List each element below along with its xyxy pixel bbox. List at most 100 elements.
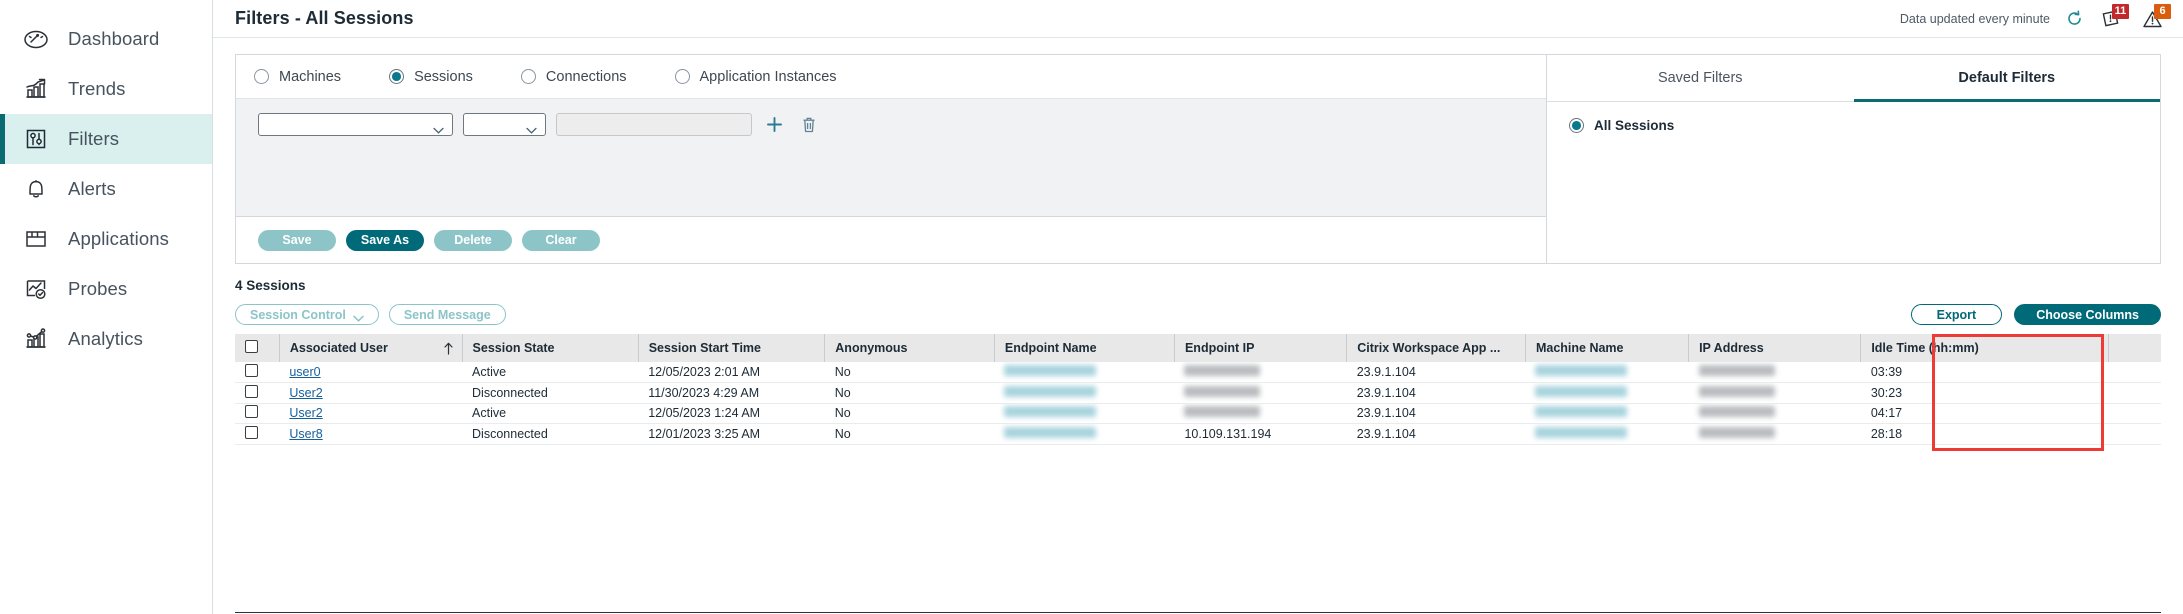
row-checkbox[interactable]	[245, 405, 258, 418]
delete-button[interactable]: Delete	[434, 230, 512, 251]
tab-default-filters[interactable]: Default Filters	[1854, 55, 2161, 101]
choose-columns-button[interactable]: Choose Columns	[2014, 304, 2161, 325]
user-link[interactable]: User8	[289, 427, 322, 441]
criteria-value-input[interactable]	[556, 113, 752, 136]
cell-ip-address	[1689, 403, 1861, 424]
sidebar-item-dashboard[interactable]: Dashboard	[0, 14, 212, 64]
redacted-value	[1004, 406, 1096, 417]
window-icon	[22, 225, 50, 253]
cell-session-state: Active	[462, 362, 638, 383]
sidebar-item-label: Applications	[68, 228, 169, 250]
save-button[interactable]: Save	[258, 230, 336, 251]
criteria-operator-select[interactable]	[463, 113, 546, 136]
table-row[interactable]: user0 Active 12/05/2023 2:01 AM No 23.9.…	[235, 362, 2161, 383]
sidebar-item-filters[interactable]: Filters	[0, 114, 212, 164]
sessions-table-wrapper: Associated User Session State Session St…	[235, 334, 2161, 445]
radio-all-sessions-dot	[1569, 118, 1584, 133]
column-header-spacer	[2109, 334, 2161, 362]
sidebar-item-applications[interactable]: Applications	[0, 214, 212, 264]
radio-application-instances-label: Application Instances	[700, 69, 837, 85]
entity-type-radio-group: Machines Sessions Connections Applicatio…	[236, 55, 1546, 99]
export-button[interactable]: Export	[1911, 304, 2003, 325]
sidebar-item-probes[interactable]: Probes	[0, 264, 212, 314]
redacted-value	[1184, 406, 1260, 417]
redacted-value	[1004, 386, 1096, 397]
sessions-action-bar: Session Control Send Message Export Choo…	[235, 304, 2161, 325]
column-header-machine-name[interactable]: Machine Name	[1525, 334, 1688, 362]
select-all-checkbox[interactable]	[245, 340, 258, 353]
redacted-value	[1004, 365, 1096, 376]
table-bottom-rule	[235, 612, 2161, 613]
bell-icon	[22, 175, 50, 203]
cell-idle-time: 28:18	[1861, 424, 2109, 445]
radio-all-sessions[interactable]: All Sessions	[1569, 118, 2160, 133]
session-control-label: Session Control	[250, 308, 346, 322]
radio-sessions-dot	[389, 69, 404, 84]
cell-session-start-time: 12/05/2023 2:01 AM	[638, 362, 825, 383]
sidebar-item-alerts[interactable]: Alerts	[0, 164, 212, 214]
row-checkbox[interactable]	[245, 364, 258, 377]
user-link[interactable]: User2	[289, 406, 322, 420]
cell-ip-address	[1689, 424, 1861, 445]
session-control-button[interactable]: Session Control	[235, 304, 379, 325]
tab-saved-filters[interactable]: Saved Filters	[1547, 55, 1854, 101]
sessions-table: Associated User Session State Session St…	[235, 334, 2161, 445]
column-header-session-state[interactable]: Session State	[462, 334, 638, 362]
cell-endpoint-name	[994, 403, 1174, 424]
trash-icon[interactable]	[801, 116, 817, 134]
column-header-endpoint-name[interactable]: Endpoint Name	[994, 334, 1174, 362]
radio-application-instances[interactable]: Application Instances	[675, 69, 837, 85]
refresh-icon[interactable]	[2066, 10, 2083, 27]
redacted-value	[1699, 406, 1775, 417]
criteria-field-select[interactable]	[258, 113, 453, 136]
plus-icon[interactable]	[766, 116, 783, 133]
cell-citrix-workspace-app: 23.9.1.104	[1347, 403, 1526, 424]
clear-button[interactable]: Clear	[522, 230, 600, 251]
column-header-idle-time[interactable]: Idle Time (hh:mm)	[1861, 334, 2109, 362]
column-header-session-start-time[interactable]: Session Start Time	[638, 334, 825, 362]
user-link[interactable]: user0	[289, 365, 320, 379]
redacted-value	[1004, 427, 1096, 438]
cell-machine-name	[1525, 424, 1688, 445]
sidebar-item-analytics[interactable]: Analytics	[0, 314, 212, 364]
default-filters-list: All Sessions	[1547, 102, 2160, 133]
criteria-area	[236, 99, 1546, 217]
sidebar-item-label: Probes	[68, 278, 127, 300]
radio-machines-label: Machines	[279, 69, 341, 85]
row-checkbox[interactable]	[245, 426, 258, 439]
sidebar-item-trends[interactable]: Trends	[0, 64, 212, 114]
sort-ascending-icon	[443, 342, 454, 355]
column-header-endpoint-ip[interactable]: Endpoint IP	[1174, 334, 1346, 362]
table-row[interactable]: User2 Disconnected 11/30/2023 4:29 AM No…	[235, 383, 2161, 404]
row-checkbox[interactable]	[245, 385, 258, 398]
warnings-badge-count: 6	[2154, 4, 2171, 19]
column-header-citrix-workspace-app[interactable]: Citrix Workspace App ...	[1347, 334, 1526, 362]
send-message-button[interactable]: Send Message	[389, 304, 506, 325]
redacted-value	[1535, 427, 1627, 438]
cell-endpoint-ip	[1174, 383, 1346, 404]
table-row[interactable]: User8 Disconnected 12/01/2023 3:25 AM No…	[235, 424, 2161, 445]
column-header-anonymous[interactable]: Anonymous	[825, 334, 995, 362]
cell-citrix-workspace-app: 23.9.1.104	[1347, 362, 1526, 383]
cell-endpoint-ip	[1174, 403, 1346, 424]
cell-ip-address	[1689, 383, 1861, 404]
radio-sessions[interactable]: Sessions	[389, 69, 473, 85]
cell-anonymous: No	[825, 424, 995, 445]
user-link[interactable]: User2	[289, 386, 322, 400]
table-row[interactable]: User2 Active 12/05/2023 1:24 AM No 23.9.…	[235, 403, 2161, 424]
cell-session-state: Disconnected	[462, 383, 638, 404]
cell-anonymous: No	[825, 383, 995, 404]
sliders-icon	[22, 125, 50, 153]
cell-endpoint-name	[994, 383, 1174, 404]
radio-machines[interactable]: Machines	[254, 69, 341, 85]
column-header-ip-address[interactable]: IP Address	[1689, 334, 1861, 362]
radio-connections[interactable]: Connections	[521, 69, 627, 85]
column-header-associated-user[interactable]: Associated User	[279, 334, 462, 362]
save-as-button[interactable]: Save As	[346, 230, 424, 251]
warnings-indicator[interactable]: 6	[2141, 7, 2167, 31]
cell-machine-name	[1525, 362, 1688, 383]
session-count-label: 4 Sessions	[235, 278, 2183, 293]
alerts-indicator[interactable]: 11	[2099, 7, 2125, 31]
row-select-cell	[235, 403, 279, 424]
cell-citrix-workspace-app: 23.9.1.104	[1347, 383, 1526, 404]
